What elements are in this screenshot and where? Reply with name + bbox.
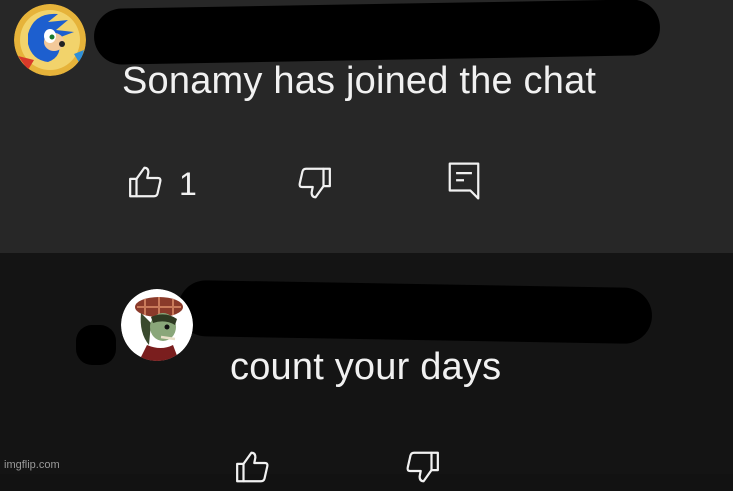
character-avatar-icon[interactable]: [121, 289, 193, 361]
redacted-username-2: [177, 279, 653, 345]
thumbs-down-icon: [295, 164, 333, 207]
thumbs-up-icon: [127, 163, 165, 206]
redacted-username-1: [93, 0, 661, 65]
thumbs-down-icon: [403, 448, 441, 491]
redacted-mark: [76, 325, 116, 365]
thumbs-up-icon: [234, 448, 272, 491]
dislike-button-1[interactable]: [295, 164, 333, 207]
comment-text-1: Sonamy has joined the chat: [122, 60, 597, 102]
comment-text-2: count your days: [230, 346, 502, 388]
sonic-avatar-icon[interactable]: [14, 4, 86, 76]
dislike-button-2[interactable]: [403, 448, 441, 491]
like-button-1[interactable]: 1: [127, 163, 197, 206]
reply-comment-icon: [445, 160, 483, 207]
reply-button-1[interactable]: [445, 160, 483, 207]
like-button-2[interactable]: [234, 448, 272, 491]
imgflip-watermark: imgflip.com: [4, 459, 60, 471]
like-count: 1: [179, 166, 197, 202]
